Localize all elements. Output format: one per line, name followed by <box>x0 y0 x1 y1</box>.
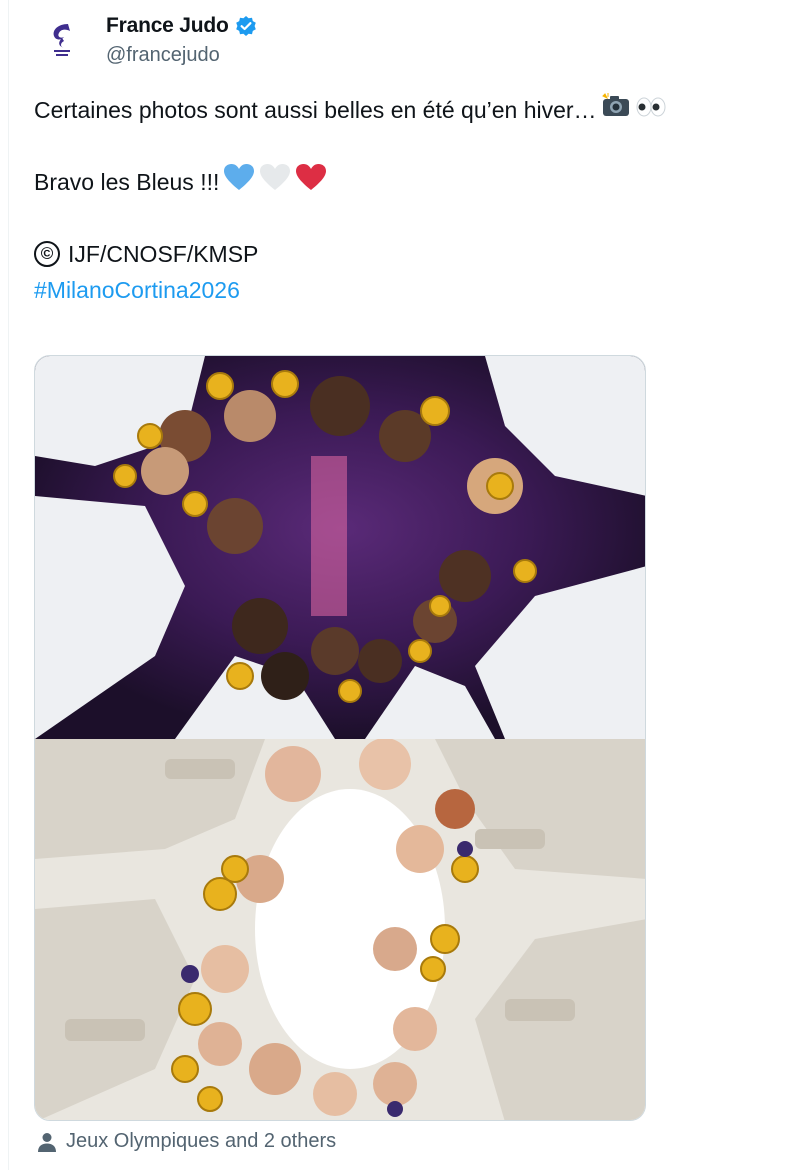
credit-text: IJF/CNOSF/KMSP <box>68 241 259 267</box>
media-grid <box>34 355 646 1121</box>
white-heart-emoji <box>259 163 291 201</box>
verified-badge-icon[interactable] <box>235 15 257 37</box>
winter-team-medals-photo[interactable] <box>35 739 645 1120</box>
tweet-line-hashtag: #MilanoCortina2026 <box>34 272 774 308</box>
summer-team-medals-photo[interactable] <box>35 356 645 739</box>
blue-heart-emoji <box>223 163 255 201</box>
avatar[interactable] <box>38 14 86 62</box>
tagged-people-label[interactable]: Jeux Olympiques and 2 others <box>66 1130 336 1153</box>
tagged-people[interactable]: Jeux Olympiques and 2 others <box>36 1130 336 1153</box>
copyright-icon: © <box>34 241 60 267</box>
timeline-border <box>8 0 9 1170</box>
france-judo-logo-icon <box>53 24 70 56</box>
eyes-emoji <box>635 92 667 128</box>
tweet-text: Certaines photos sont aussi belles en ét… <box>34 92 774 308</box>
tweet-header: France Judo @francejudo <box>38 10 738 70</box>
tweet-line-2-text: Bravo les Bleus !!! <box>34 169 220 195</box>
display-name[interactable]: France Judo <box>106 14 229 38</box>
person-icon <box>38 1132 56 1152</box>
tweet-line-1: Certaines photos sont aussi belles en ét… <box>34 92 774 128</box>
hashtag-link[interactable]: #MilanoCortina2026 <box>34 272 240 308</box>
red-heart-emoji <box>295 163 327 201</box>
tweet-line-2: Bravo les Bleus !!! <box>34 164 774 200</box>
camera-flash-emoji <box>601 92 631 128</box>
tweet-line-1-text: Certaines photos sont aussi belles en ét… <box>34 97 597 123</box>
handle[interactable]: @francejudo <box>106 44 220 67</box>
tweet-line-credit: © IJF/CNOSF/KMSP <box>34 236 774 272</box>
